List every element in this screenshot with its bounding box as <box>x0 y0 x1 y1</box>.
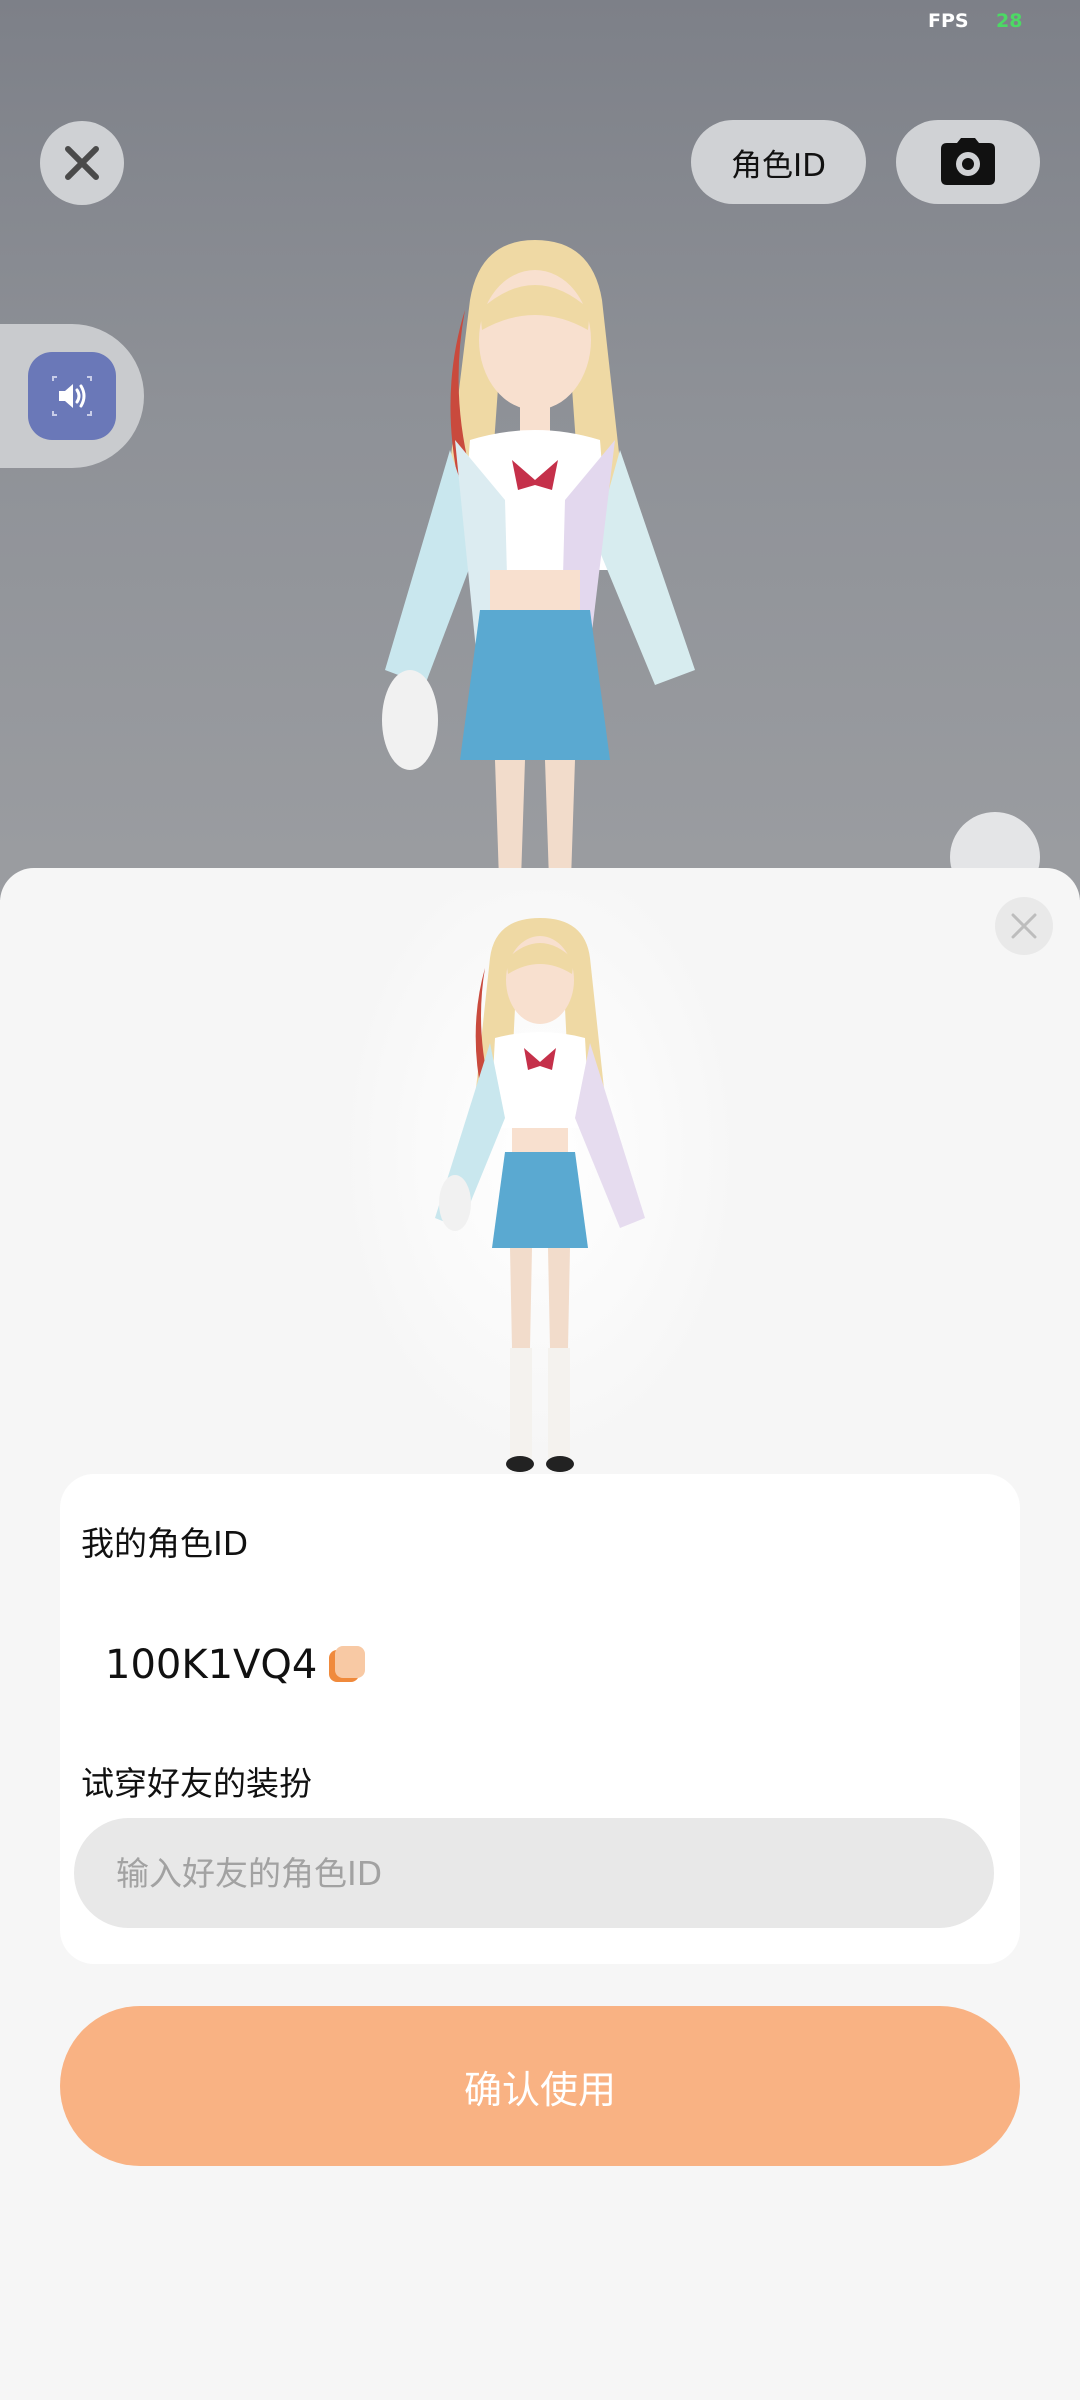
avatar-preview-figure <box>435 918 645 1472</box>
avatar-preview <box>330 890 750 1474</box>
side-panel <box>0 324 144 468</box>
fps-label: FPS <box>928 10 969 32</box>
avatar-character <box>382 240 695 900</box>
confirm-button-label: 确认使用 <box>463 2067 616 2112</box>
my-role-id-row: 100K1VQ4 <box>105 1642 367 1688</box>
friend-role-id-input[interactable] <box>74 1818 994 1928</box>
copy-icon[interactable] <box>329 1646 367 1684</box>
avatar-scene[interactable]: FPS 28 角色ID <box>0 0 1080 900</box>
confirm-button[interactable]: 确认使用 <box>60 2006 1020 2166</box>
scene-close-button[interactable] <box>40 121 124 205</box>
close-icon <box>1011 913 1037 939</box>
my-role-id-label: 我的角色ID <box>81 1524 249 1563</box>
fps-value: 28 <box>996 10 1023 32</box>
try-on-label: 试穿好友的装扮 <box>81 1764 312 1803</box>
close-icon <box>65 146 99 180</box>
role-id-button[interactable]: 角色ID <box>691 120 866 204</box>
role-id-card: 我的角色ID 100K1VQ4 试穿好友的装扮 <box>60 1474 1020 1964</box>
sheet-close-button[interactable] <box>995 897 1053 955</box>
my-role-id-value: 100K1VQ4 <box>105 1642 318 1688</box>
sound-toggle-button[interactable] <box>28 352 116 440</box>
camera-icon <box>941 138 995 185</box>
speaker-icon <box>52 376 92 416</box>
role-id-button-label: 角色ID <box>730 147 826 184</box>
camera-button[interactable] <box>896 120 1040 204</box>
